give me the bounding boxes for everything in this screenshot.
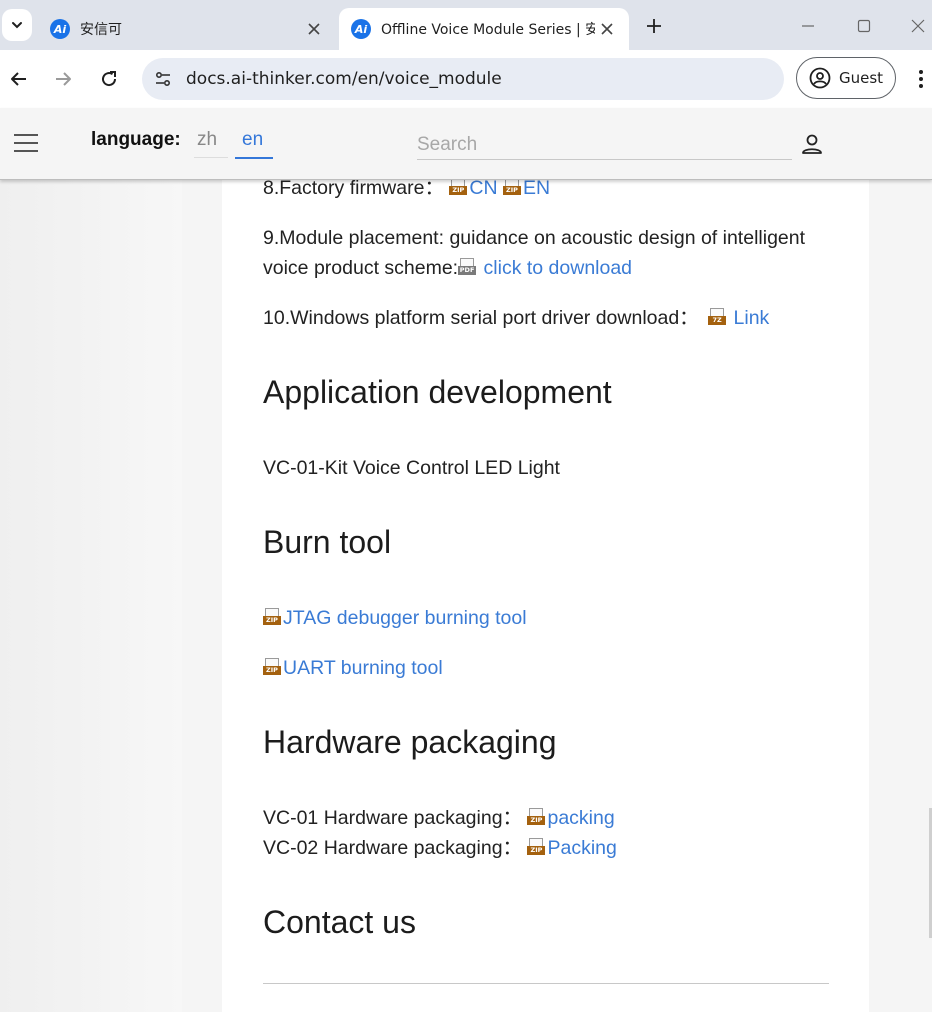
menu-icon[interactable]	[14, 134, 38, 154]
zip-file-icon: ZIP	[449, 178, 468, 196]
language-option-zh[interactable]: zh	[194, 129, 228, 158]
acoustic-design-download-link[interactable]: click to download	[484, 257, 633, 279]
language-option-en[interactable]: en	[235, 129, 273, 159]
tab-title: 安信可	[80, 22, 122, 38]
tab-close-button[interactable]	[302, 17, 326, 41]
maximize-button[interactable]	[849, 12, 879, 40]
reload-button[interactable]	[94, 64, 124, 94]
search-input[interactable]	[417, 130, 792, 160]
zip-file-icon: ZIP	[263, 658, 281, 676]
zip-file-icon: ZIP	[263, 608, 281, 626]
new-tab-button[interactable]	[640, 12, 668, 40]
burn-tool-heading: Burn tool	[263, 524, 392, 560]
url-text[interactable]: docs.ai-thinker.com/en/voice_module	[186, 69, 502, 89]
sidebar-area	[0, 180, 182, 1012]
module-placement-text: voice product scheme:	[263, 257, 459, 279]
factory-firmware-text: 8.Factory firmware：	[263, 177, 444, 199]
site-info-button[interactable]	[150, 66, 176, 92]
divider	[263, 983, 829, 984]
contact-us-heading: Contact us	[263, 904, 416, 940]
firmware-cn-link[interactable]: CN	[469, 177, 497, 199]
plus-icon	[647, 19, 661, 33]
close-icon	[911, 19, 925, 33]
application-development-heading: Application development	[263, 374, 612, 410]
account-circle-icon	[809, 67, 831, 89]
driver-download-item: 10.Windows platform serial port driver d…	[263, 303, 769, 333]
vc01-kit-text: VC-01-Kit Voice Control LED Light	[263, 457, 560, 479]
minimize-button[interactable]	[793, 12, 823, 40]
address-bar[interactable]: docs.ai-thinker.com/en/voice_module	[142, 58, 784, 100]
uart-tool-item: ZIP UART burning tool	[263, 653, 443, 683]
arrow-left-icon	[11, 72, 26, 86]
archive-file-icon: 7Z	[708, 308, 727, 326]
uart-burning-tool-link[interactable]: UART burning tool	[283, 657, 443, 679]
vc01-packaging-text: VC-01 Hardware packaging：	[263, 807, 523, 829]
vc01-packaging-item: VC-01 Hardware packaging： ZIP packing	[263, 803, 615, 833]
chevron-down-icon	[12, 22, 22, 29]
vc02-packaging-item: VC-02 Hardware packaging： ZIP Packing	[263, 833, 617, 863]
ai-thinker-favicon-icon: Ai	[50, 19, 70, 39]
window-close-button[interactable]	[903, 12, 932, 40]
tab-search-button[interactable]	[2, 9, 32, 41]
tab-close-button[interactable]	[595, 17, 619, 41]
close-icon	[308, 23, 320, 35]
vc02-packing-link[interactable]: Packing	[547, 837, 616, 859]
module-placement-line2: voice product scheme: PDF click to downlo…	[263, 253, 632, 283]
pdf-file-icon: PDF	[458, 258, 477, 276]
tab-anxinke[interactable]: Ai 安信可	[38, 8, 336, 50]
more-vert-icon	[919, 70, 923, 88]
driver-download-text: 10.Windows platform serial port driver d…	[263, 307, 699, 329]
minimize-icon	[802, 25, 814, 27]
browser-tab-strip: Ai 安信可 Ai Offline Voice Module Series | …	[0, 0, 932, 50]
module-placement-line1: 9.Module placement: guidance on acoustic…	[263, 227, 806, 249]
site-header: language: zh en	[0, 108, 932, 180]
jtag-burning-tool-link[interactable]: JTAG debugger burning tool	[283, 607, 527, 629]
tab-offline-voice-module[interactable]: Ai Offline Voice Module Series | 安	[339, 8, 629, 50]
close-icon	[601, 23, 613, 35]
maximize-icon	[857, 19, 871, 33]
zip-file-icon: ZIP	[502, 178, 521, 196]
ai-thinker-favicon-icon: Ai	[351, 19, 371, 39]
zip-file-icon: ZIP	[527, 808, 546, 826]
jtag-tool-item: ZIP JTAG debugger burning tool	[263, 603, 527, 633]
browser-menu-button[interactable]	[910, 64, 932, 94]
reload-icon	[102, 71, 117, 87]
back-button[interactable]	[4, 64, 34, 94]
vc02-packaging-text: VC-02 Hardware packaging：	[263, 837, 523, 859]
profile-label: Guest	[839, 69, 884, 87]
browser-toolbar: docs.ai-thinker.com/en/voice_module Gues…	[0, 50, 932, 108]
tune-icon	[155, 71, 171, 87]
tab-title: Offline Voice Module Series | 安	[381, 22, 595, 38]
hardware-packaging-heading: Hardware packaging	[263, 724, 557, 760]
forward-button[interactable]	[48, 64, 78, 94]
user-icon[interactable]	[800, 132, 824, 156]
profile-button[interactable]: Guest	[796, 57, 896, 99]
firmware-en-link[interactable]: EN	[523, 177, 550, 199]
driver-download-link[interactable]: Link	[734, 307, 770, 329]
language-label: language:	[91, 129, 181, 150]
arrow-right-icon	[56, 72, 71, 86]
vc01-packing-link[interactable]: packing	[547, 807, 614, 829]
zip-file-icon: ZIP	[527, 838, 546, 856]
